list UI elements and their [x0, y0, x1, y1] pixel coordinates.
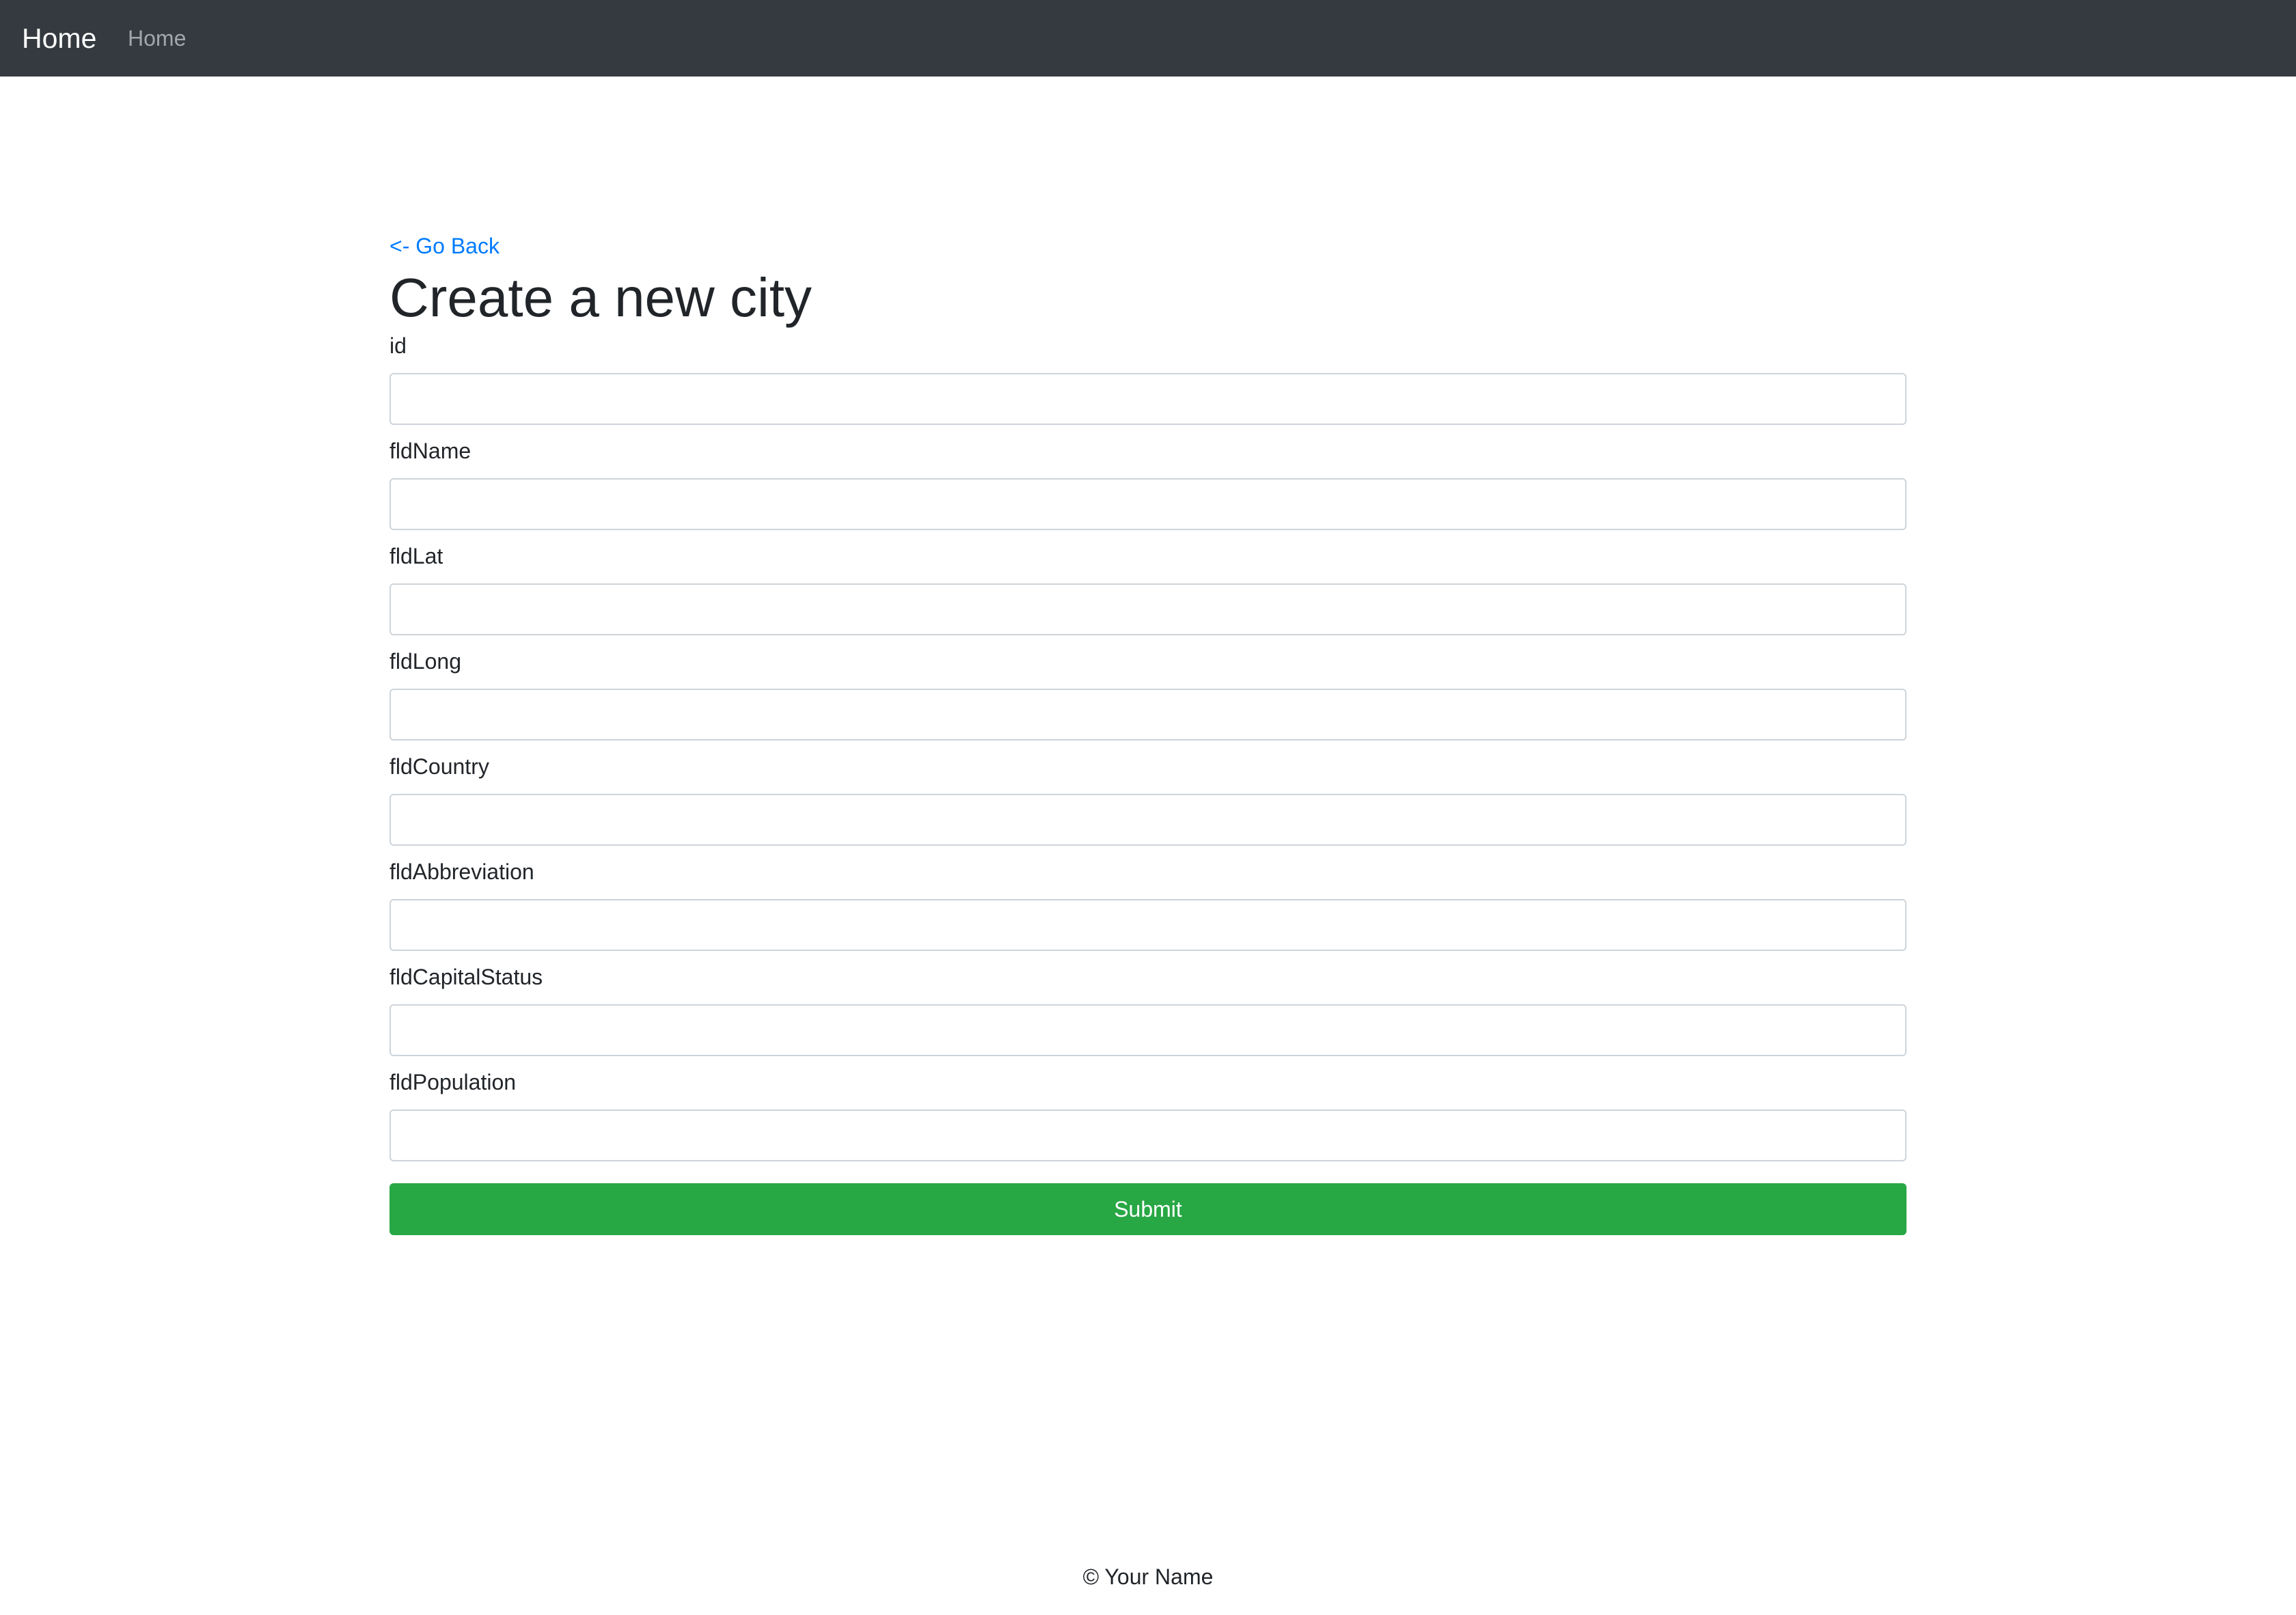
fldlong-input[interactable] — [390, 689, 1906, 741]
fldcountry-label: fldCountry — [390, 754, 489, 779]
navbar-brand[interactable]: Home — [22, 0, 96, 77]
form-group-fldlat: fldLat — [390, 540, 1906, 635]
form-group-id: id — [390, 329, 1906, 425]
fldlong-label: fldLong — [390, 649, 461, 674]
id-label: id — [390, 333, 407, 358]
fldabbreviation-label: fldAbbreviation — [390, 859, 534, 884]
form-group-fldlong: fldLong — [390, 645, 1906, 741]
fldpopulation-label: fldPopulation — [390, 1070, 517, 1094]
fldcountry-input[interactable] — [390, 794, 1906, 846]
fldpopulation-input[interactable] — [390, 1109, 1906, 1161]
nav-link-home[interactable]: Home — [128, 0, 186, 77]
fldlat-input[interactable] — [390, 583, 1906, 635]
fldname-input[interactable] — [390, 478, 1906, 530]
id-input[interactable] — [390, 373, 1906, 425]
submit-button[interactable]: Submit — [390, 1183, 1906, 1235]
go-back-link[interactable]: <- Go Back — [390, 225, 1906, 266]
form-group-fldabbreviation: fldAbbreviation — [390, 855, 1906, 951]
form-group-fldname: fldName — [390, 434, 1906, 530]
fldabbreviation-input[interactable] — [390, 899, 1906, 951]
footer-copyright: © Your Name — [1082, 1564, 1214, 1589]
main-content: <- Go Back Create a new city id fldName … — [390, 225, 1906, 1235]
top-navbar: Home Home — [0, 0, 2296, 77]
form-group-fldpopulation: fldPopulation — [390, 1066, 1906, 1161]
fldname-label: fldName — [390, 439, 472, 463]
form-group-fldcapitalstatus: fldCapitalStatus — [390, 961, 1906, 1056]
fldcapitalstatus-label: fldCapitalStatus — [390, 965, 543, 989]
create-city-form: id fldName fldLat fldLong fldCountry fld… — [390, 329, 1906, 1235]
fldlat-label: fldLat — [390, 544, 443, 568]
page-title: Create a new city — [390, 267, 812, 328]
fldcapitalstatus-input[interactable] — [390, 1004, 1906, 1056]
form-group-fldcountry: fldCountry — [390, 750, 1906, 846]
